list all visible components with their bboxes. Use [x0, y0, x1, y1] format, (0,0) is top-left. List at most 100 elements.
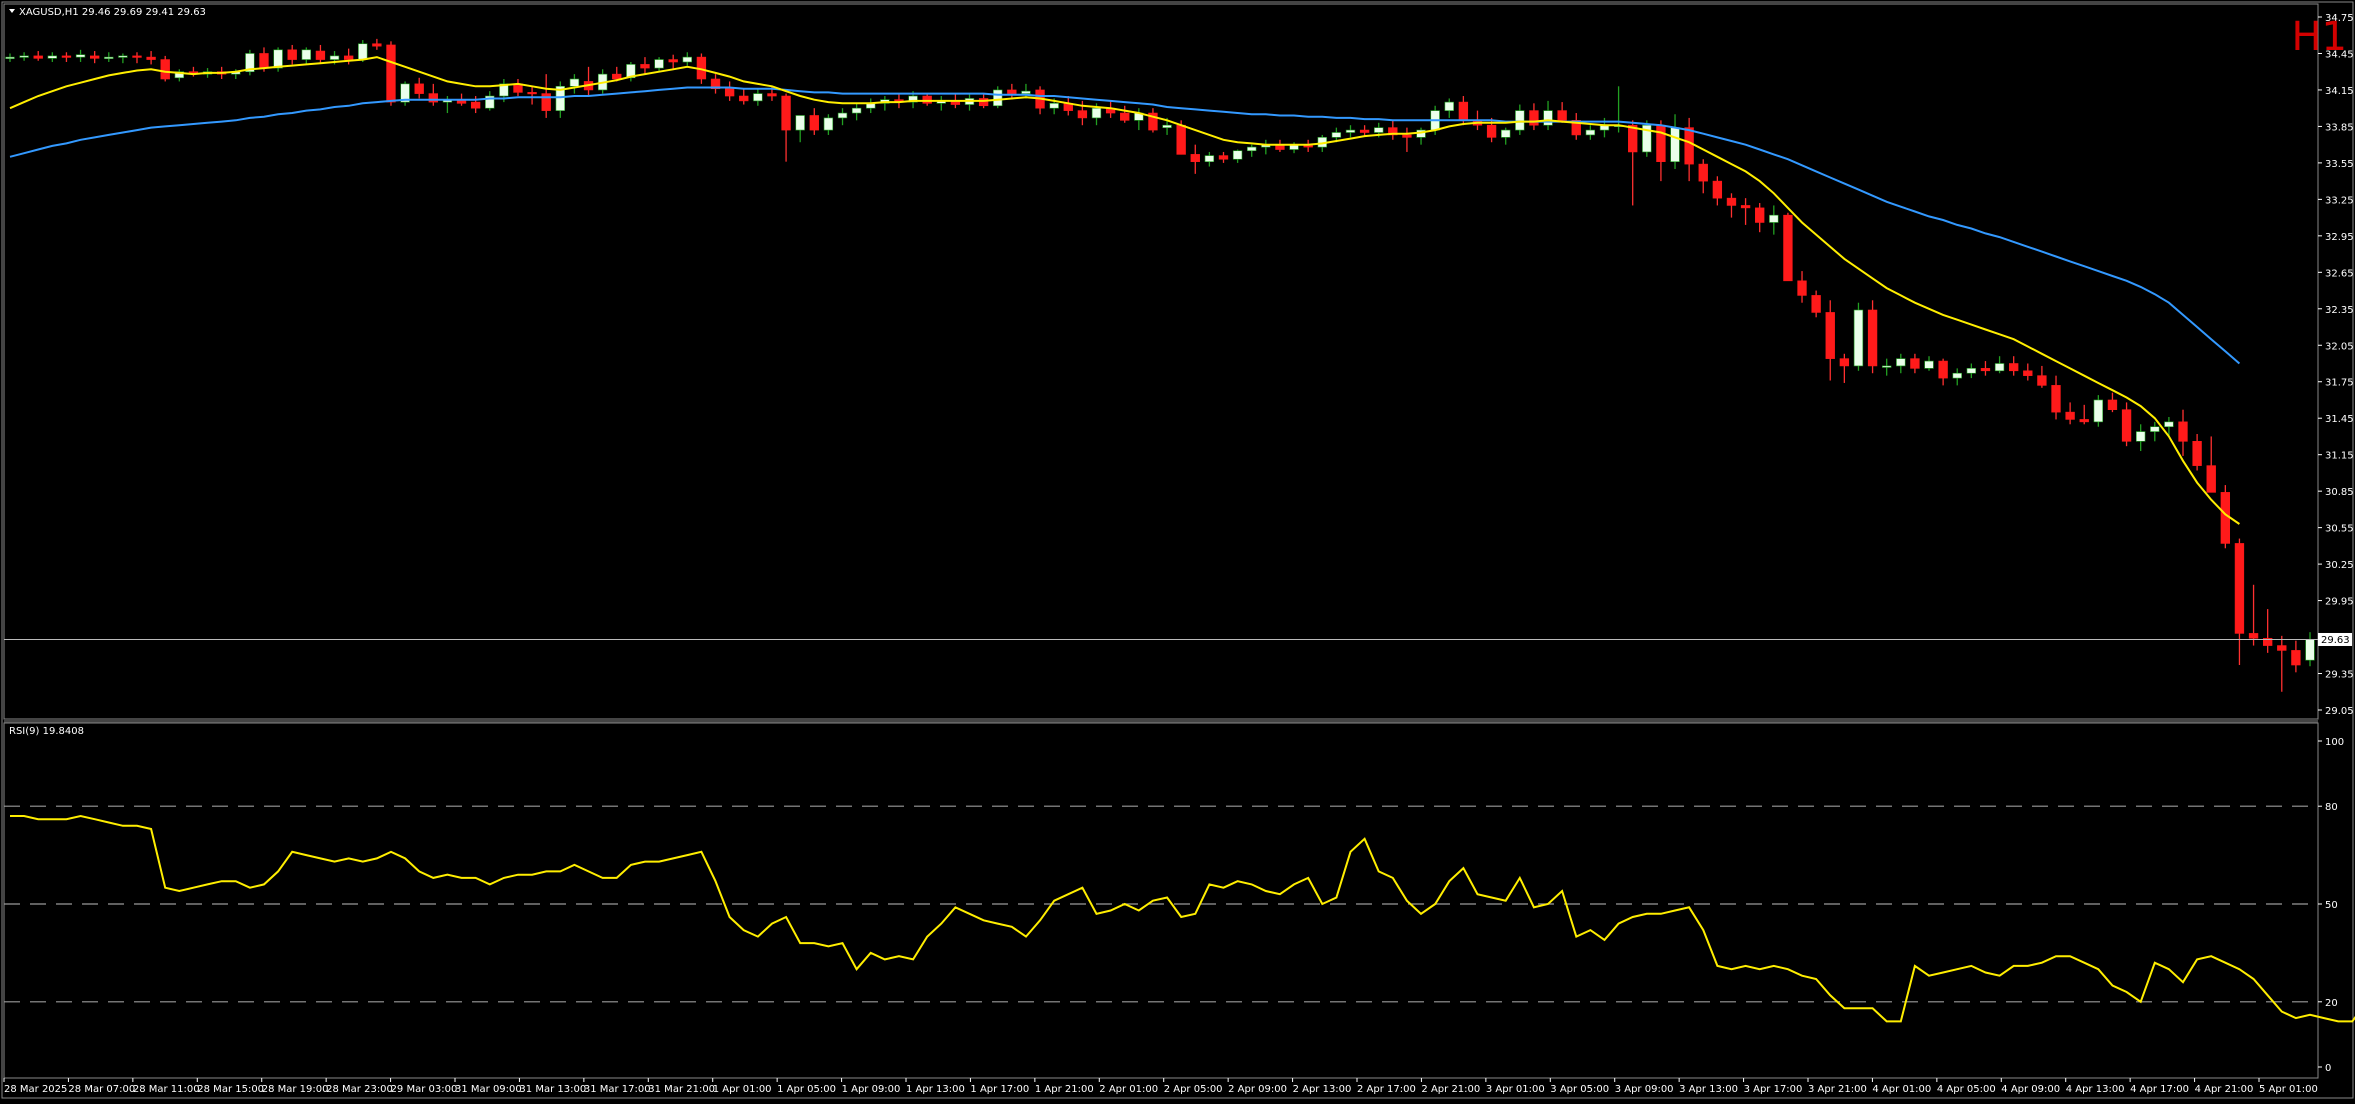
price-tick-label: 29.35	[2325, 670, 2354, 681]
candle-body	[1783, 214, 1793, 282]
candle-body	[47, 55, 58, 59]
candle-body	[1162, 124, 1172, 128]
candle-body	[301, 49, 311, 60]
time-tick-label: 5 Apr 01:00	[2259, 1084, 2318, 1095]
time-tick-label: 31 Mar 17:00	[584, 1084, 651, 1095]
candle-body	[19, 55, 29, 58]
candle-body	[809, 115, 819, 131]
candle-body	[1091, 107, 1102, 119]
candle-body	[1176, 124, 1186, 155]
time-tick-label: 28 Mar 2025	[4, 1084, 67, 1095]
candle-body	[315, 50, 326, 60]
candle-body	[1458, 101, 1469, 121]
candle-body	[1049, 103, 1059, 109]
candle-body	[823, 117, 834, 131]
candle-body	[1740, 205, 1751, 209]
rsi-title: RSI(9) 19.8408	[9, 726, 84, 737]
candle-body	[2164, 421, 2174, 428]
candle-body	[1331, 132, 1342, 138]
candle-body	[2220, 492, 2231, 544]
candle-body	[2150, 426, 2160, 432]
rsi-tick-label: 100	[2325, 737, 2344, 748]
candle-body	[2178, 421, 2188, 442]
candle-body	[1247, 146, 1257, 152]
price-tick-label: 31.45	[2325, 414, 2354, 425]
time-tick-label: 3 Apr 17:00	[1744, 1084, 1803, 1095]
candle-body	[1402, 134, 1412, 138]
candle-body	[2051, 385, 2061, 413]
timeframe-label: H1	[2291, 14, 2347, 60]
time-tick-label: 28 Mar 07:00	[68, 1084, 135, 1095]
candle-body	[287, 49, 297, 60]
candle-body	[1684, 127, 1694, 165]
candle-body	[1994, 363, 2005, 372]
time-tick-label: 2 Apr 05:00	[1164, 1084, 1223, 1095]
candle-body	[2023, 370, 2033, 376]
time-tick-label: 2 Apr 09:00	[1228, 1084, 1287, 1095]
current-price-label: 29.63	[2321, 635, 2350, 646]
candle-body	[2065, 411, 2075, 420]
time-tick-label: 28 Mar 11:00	[133, 1084, 200, 1095]
candle-body	[1952, 372, 1962, 379]
candle-body	[1190, 154, 1200, 162]
candle-body	[753, 93, 763, 102]
candle-body	[75, 54, 86, 58]
candle-body	[1021, 90, 1031, 94]
candle-body	[329, 55, 340, 60]
candle-body	[2277, 645, 2287, 651]
candle-body	[851, 107, 862, 114]
candle-body	[372, 43, 382, 47]
candle-body	[2121, 409, 2132, 442]
candle-body	[993, 89, 1003, 107]
time-tick-label: 28 Mar 23:00	[326, 1084, 393, 1095]
candle-body	[1853, 309, 1864, 367]
price-tick-label: 34.15	[2325, 86, 2354, 97]
candle-body	[724, 88, 735, 97]
candle-body	[118, 55, 128, 58]
panel-separator[interactable]	[4, 719, 2318, 723]
candle-body	[1218, 155, 1229, 160]
price-tick-label: 29.05	[2325, 706, 2354, 717]
candle-body	[1670, 127, 1680, 162]
time-tick-label: 3 Apr 05:00	[1550, 1084, 1609, 1095]
candle-body	[781, 95, 791, 131]
price-tick-label: 32.65	[2325, 268, 2354, 279]
candle-body	[612, 73, 622, 80]
candle-body	[1924, 360, 1934, 369]
candle-body	[343, 55, 354, 60]
rsi-tick-label: 50	[2325, 900, 2338, 911]
time-tick-label: 29 Mar 03:00	[391, 1084, 458, 1095]
candle-body	[414, 83, 424, 94]
candle-body	[541, 93, 551, 111]
candle-body	[569, 78, 580, 87]
candle-body	[5, 56, 15, 59]
candle-body	[2136, 431, 2146, 442]
time-tick-label: 1 Apr 13:00	[906, 1084, 965, 1095]
candle-body	[1374, 127, 1384, 133]
candle-body	[1882, 365, 1892, 368]
candle-body	[1755, 207, 1765, 223]
candle-body	[1839, 358, 1850, 367]
time-tick-label: 4 Apr 21:00	[2195, 1084, 2254, 1095]
candle-body	[1797, 280, 1807, 296]
candle-body	[1444, 101, 1454, 111]
time-tick-label: 1 Apr 05:00	[777, 1084, 836, 1095]
time-tick-label: 3 Apr 09:00	[1615, 1084, 1674, 1095]
candle-body	[1896, 358, 1906, 367]
candle-body	[739, 95, 749, 102]
candle-body	[132, 55, 142, 58]
chart-canvas[interactable]: XAGUSD,H1 29.46 29.69 29.41 29.63 RSI(9)…	[0, 0, 2355, 1100]
candle-body	[33, 55, 43, 59]
candle-body	[640, 64, 650, 69]
chart-window[interactable]: XAGUSD,H1 29.46 29.69 29.41 29.63 RSI(9)…	[0, 0, 2355, 1100]
price-tick-label: 32.95	[2325, 232, 2354, 243]
candle-body	[767, 93, 777, 97]
candle-body	[1543, 110, 1553, 126]
price-tick-label: 31.75	[2325, 378, 2354, 389]
candle-body	[2291, 650, 2301, 666]
candle-body	[527, 92, 537, 95]
candle-body	[1769, 214, 1779, 223]
time-tick-label: 3 Apr 13:00	[1679, 1084, 1738, 1095]
time-tick-label: 3 Apr 01:00	[1486, 1084, 1545, 1095]
price-tick-label: 31.15	[2325, 451, 2354, 462]
